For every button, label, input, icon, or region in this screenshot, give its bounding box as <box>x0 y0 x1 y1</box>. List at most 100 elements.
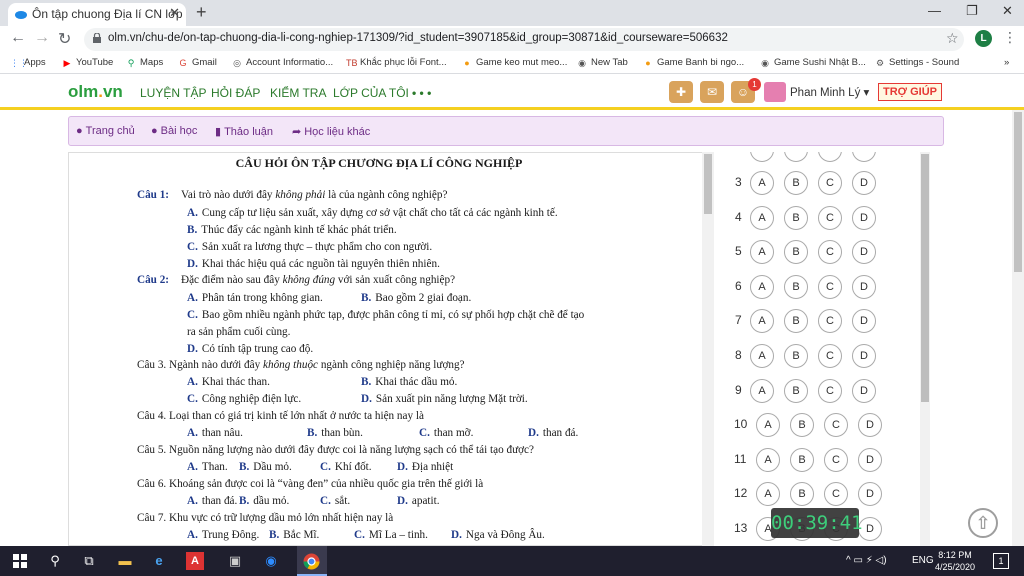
user-menu[interactable]: Phan Minh Lý ▾ <box>790 85 869 99</box>
answer-choice-d[interactable]: D <box>858 413 882 438</box>
search-icon[interactable]: ⚲ <box>46 552 64 570</box>
chrome-taskbar-icon[interactable] <box>303 553 320 570</box>
windows-start-icon[interactable] <box>13 554 27 568</box>
olm-logo[interactable]: olm.vn <box>68 82 123 102</box>
answer-choice-d[interactable]: D <box>852 274 876 299</box>
answer-choice-d[interactable]: D <box>852 171 876 195</box>
new-tab-button[interactable]: + <box>196 2 207 23</box>
answer-choice-b[interactable]: B <box>790 482 814 507</box>
address-bar[interactable]: olm.vn/chu-de/on-tap-chuong-dia-li-cong-… <box>84 28 964 51</box>
answer-choice-d[interactable]: D <box>852 344 876 368</box>
answer-choice-a[interactable]: A <box>750 344 774 368</box>
add-friend-icon[interactable]: ✚ <box>669 81 693 103</box>
bookmarks-overflow-icon[interactable]: » <box>1004 57 1009 68</box>
user-avatar[interactable] <box>764 82 786 102</box>
bookmark-8[interactable]: ● Game Banh bi ngo... <box>643 57 744 68</box>
back-button[interactable]: ← <box>10 29 26 47</box>
back-to-top-button[interactable]: ⇧ <box>968 508 998 538</box>
bookmark-5[interactable]: TB Khắc phục lỗi Font... <box>346 57 447 68</box>
bookmark-6[interactable]: ● Game keo mut meo... <box>462 57 567 68</box>
nav-luyen-tap[interactable]: LUYỆN TẬP <box>140 86 206 100</box>
answer-choice-a[interactable]: A <box>750 171 774 195</box>
answer-choice-b[interactable]: B <box>784 240 808 265</box>
bookmark-0[interactable]: ⋮⋮Apps <box>10 57 46 68</box>
answer-choice-c[interactable]: C <box>818 378 842 403</box>
page-scroll-thumb[interactable] <box>1014 112 1022 272</box>
messages-icon[interactable]: ✉ <box>700 81 724 103</box>
document-scroll-thumb[interactable] <box>704 154 712 214</box>
reload-button[interactable]: ↻ <box>58 29 71 49</box>
answer-choice[interactable] <box>852 152 876 162</box>
answer-choice-c[interactable]: C <box>824 447 848 472</box>
browser-tab[interactable]: Ôn tập chuong Địa lí CN lớp 10 | ✕ <box>8 3 186 26</box>
task-view-icon[interactable]: ⧉ <box>80 552 98 570</box>
answer-choice-c[interactable]: C <box>818 274 842 299</box>
answer-choice-a[interactable]: A <box>750 205 774 230</box>
acrobat-icon[interactable]: A <box>186 552 204 570</box>
restore-window-button[interactable]: ❐ <box>966 3 978 19</box>
answer-choice-d[interactable]: D <box>852 378 876 403</box>
bookmark-star-icon[interactable]: ☆ <box>946 30 959 47</box>
answer-choice-d[interactable]: D <box>852 240 876 265</box>
answer-choice-a[interactable]: A <box>750 378 774 403</box>
notification-center-icon[interactable]: 1 <box>993 553 1009 569</box>
crumb-2[interactable]: ▮ Thảo luận <box>215 125 273 138</box>
nav-hoi-dap[interactable]: HỎI ĐÁP <box>211 86 260 100</box>
answer-choice-c[interactable]: C <box>818 309 842 334</box>
answer-choice-d[interactable]: D <box>858 482 882 507</box>
answer-choice-b[interactable]: B <box>784 378 808 403</box>
answer-choice-c[interactable]: C <box>818 240 842 265</box>
answer-choice-d[interactable]: D <box>852 205 876 230</box>
nav-lop-cua-toi[interactable]: LỚP CỦA TÔI <box>333 86 409 100</box>
nav-kiem-tra[interactable]: KIỂM TRA <box>270 86 326 100</box>
answer-choice-c[interactable]: C <box>818 344 842 368</box>
answer-choice-a[interactable]: A <box>756 482 780 507</box>
answer-choice-c[interactable]: C <box>818 171 842 195</box>
answer-choice-d[interactable]: D <box>858 447 882 472</box>
answer-choice-b[interactable]: B <box>784 344 808 368</box>
answer-scroll-thumb[interactable] <box>921 154 929 402</box>
answer-choice-a[interactable]: A <box>750 274 774 299</box>
browser-menu-icon[interactable]: ⋮ <box>1003 29 1017 46</box>
crumb-1[interactable]: ● Bài học <box>151 125 197 137</box>
answer-choice-b[interactable]: B <box>784 309 808 334</box>
nav-more-icon[interactable]: • • • <box>412 86 431 100</box>
answer-choice-b[interactable]: B <box>790 447 814 472</box>
profile-avatar[interactable]: L <box>975 30 992 47</box>
bookmark-9[interactable]: ◉ Game Sushi Nhật B... <box>760 57 866 68</box>
document-scrollbar[interactable] <box>702 152 714 546</box>
zoom-icon[interactable]: ◉ <box>262 552 280 570</box>
forward-button[interactable]: → <box>34 29 50 47</box>
close-window-button[interactable]: ✕ <box>1002 3 1013 19</box>
document-viewer[interactable]: CÂU HỎI ÔN TẬP CHƯƠNG ĐỊA LÍ CÔNG NGHIỆP… <box>68 152 704 546</box>
answer-choice-a[interactable]: A <box>750 309 774 334</box>
answer-choice-b[interactable]: B <box>784 205 808 230</box>
crumb-0[interactable]: ● Trang chủ <box>76 125 135 137</box>
file-explorer-icon[interactable]: ▬ <box>116 552 134 570</box>
answer-choice-b[interactable]: B <box>790 413 814 438</box>
system-tray-icons[interactable]: ^ ▭ ⚡ ◁) <box>846 555 887 566</box>
answer-choice-b[interactable]: B <box>784 171 808 195</box>
system-clock[interactable]: 8:12 PM 4/25/2020 <box>930 549 980 573</box>
bookmark-10[interactable]: ⚙ Settings - Sound <box>875 57 959 68</box>
answer-choice[interactable] <box>818 152 842 162</box>
bookmark-4[interactable]: ◎ Account Informatio... <box>232 57 333 68</box>
answer-choice[interactable] <box>750 152 774 162</box>
answer-choice-c[interactable]: C <box>818 205 842 230</box>
answer-choice-c[interactable]: C <box>824 413 848 438</box>
bookmark-3[interactable]: G Gmail <box>178 57 216 68</box>
close-tab-icon[interactable]: ✕ <box>169 5 180 21</box>
answer-choice-b[interactable]: B <box>784 274 808 299</box>
crumb-3[interactable]: ➦ Học liệu khác <box>292 125 370 138</box>
answer-choice-c[interactable]: C <box>824 482 848 507</box>
page-scrollbar[interactable] <box>1012 110 1024 546</box>
store-icon[interactable]: ▣ <box>226 552 244 570</box>
bookmark-1[interactable]: ▶ YouTube <box>62 57 114 68</box>
answer-choice-a[interactable]: A <box>756 413 780 438</box>
bookmark-2[interactable]: ⚲ Maps <box>126 57 164 68</box>
answer-choice-d[interactable]: D <box>852 309 876 334</box>
answer-sheet-scrollbar[interactable] <box>920 152 930 546</box>
answer-choice[interactable] <box>784 152 808 162</box>
answer-choice-a[interactable]: A <box>756 447 780 472</box>
minimize-window-button[interactable]: — <box>928 3 941 18</box>
